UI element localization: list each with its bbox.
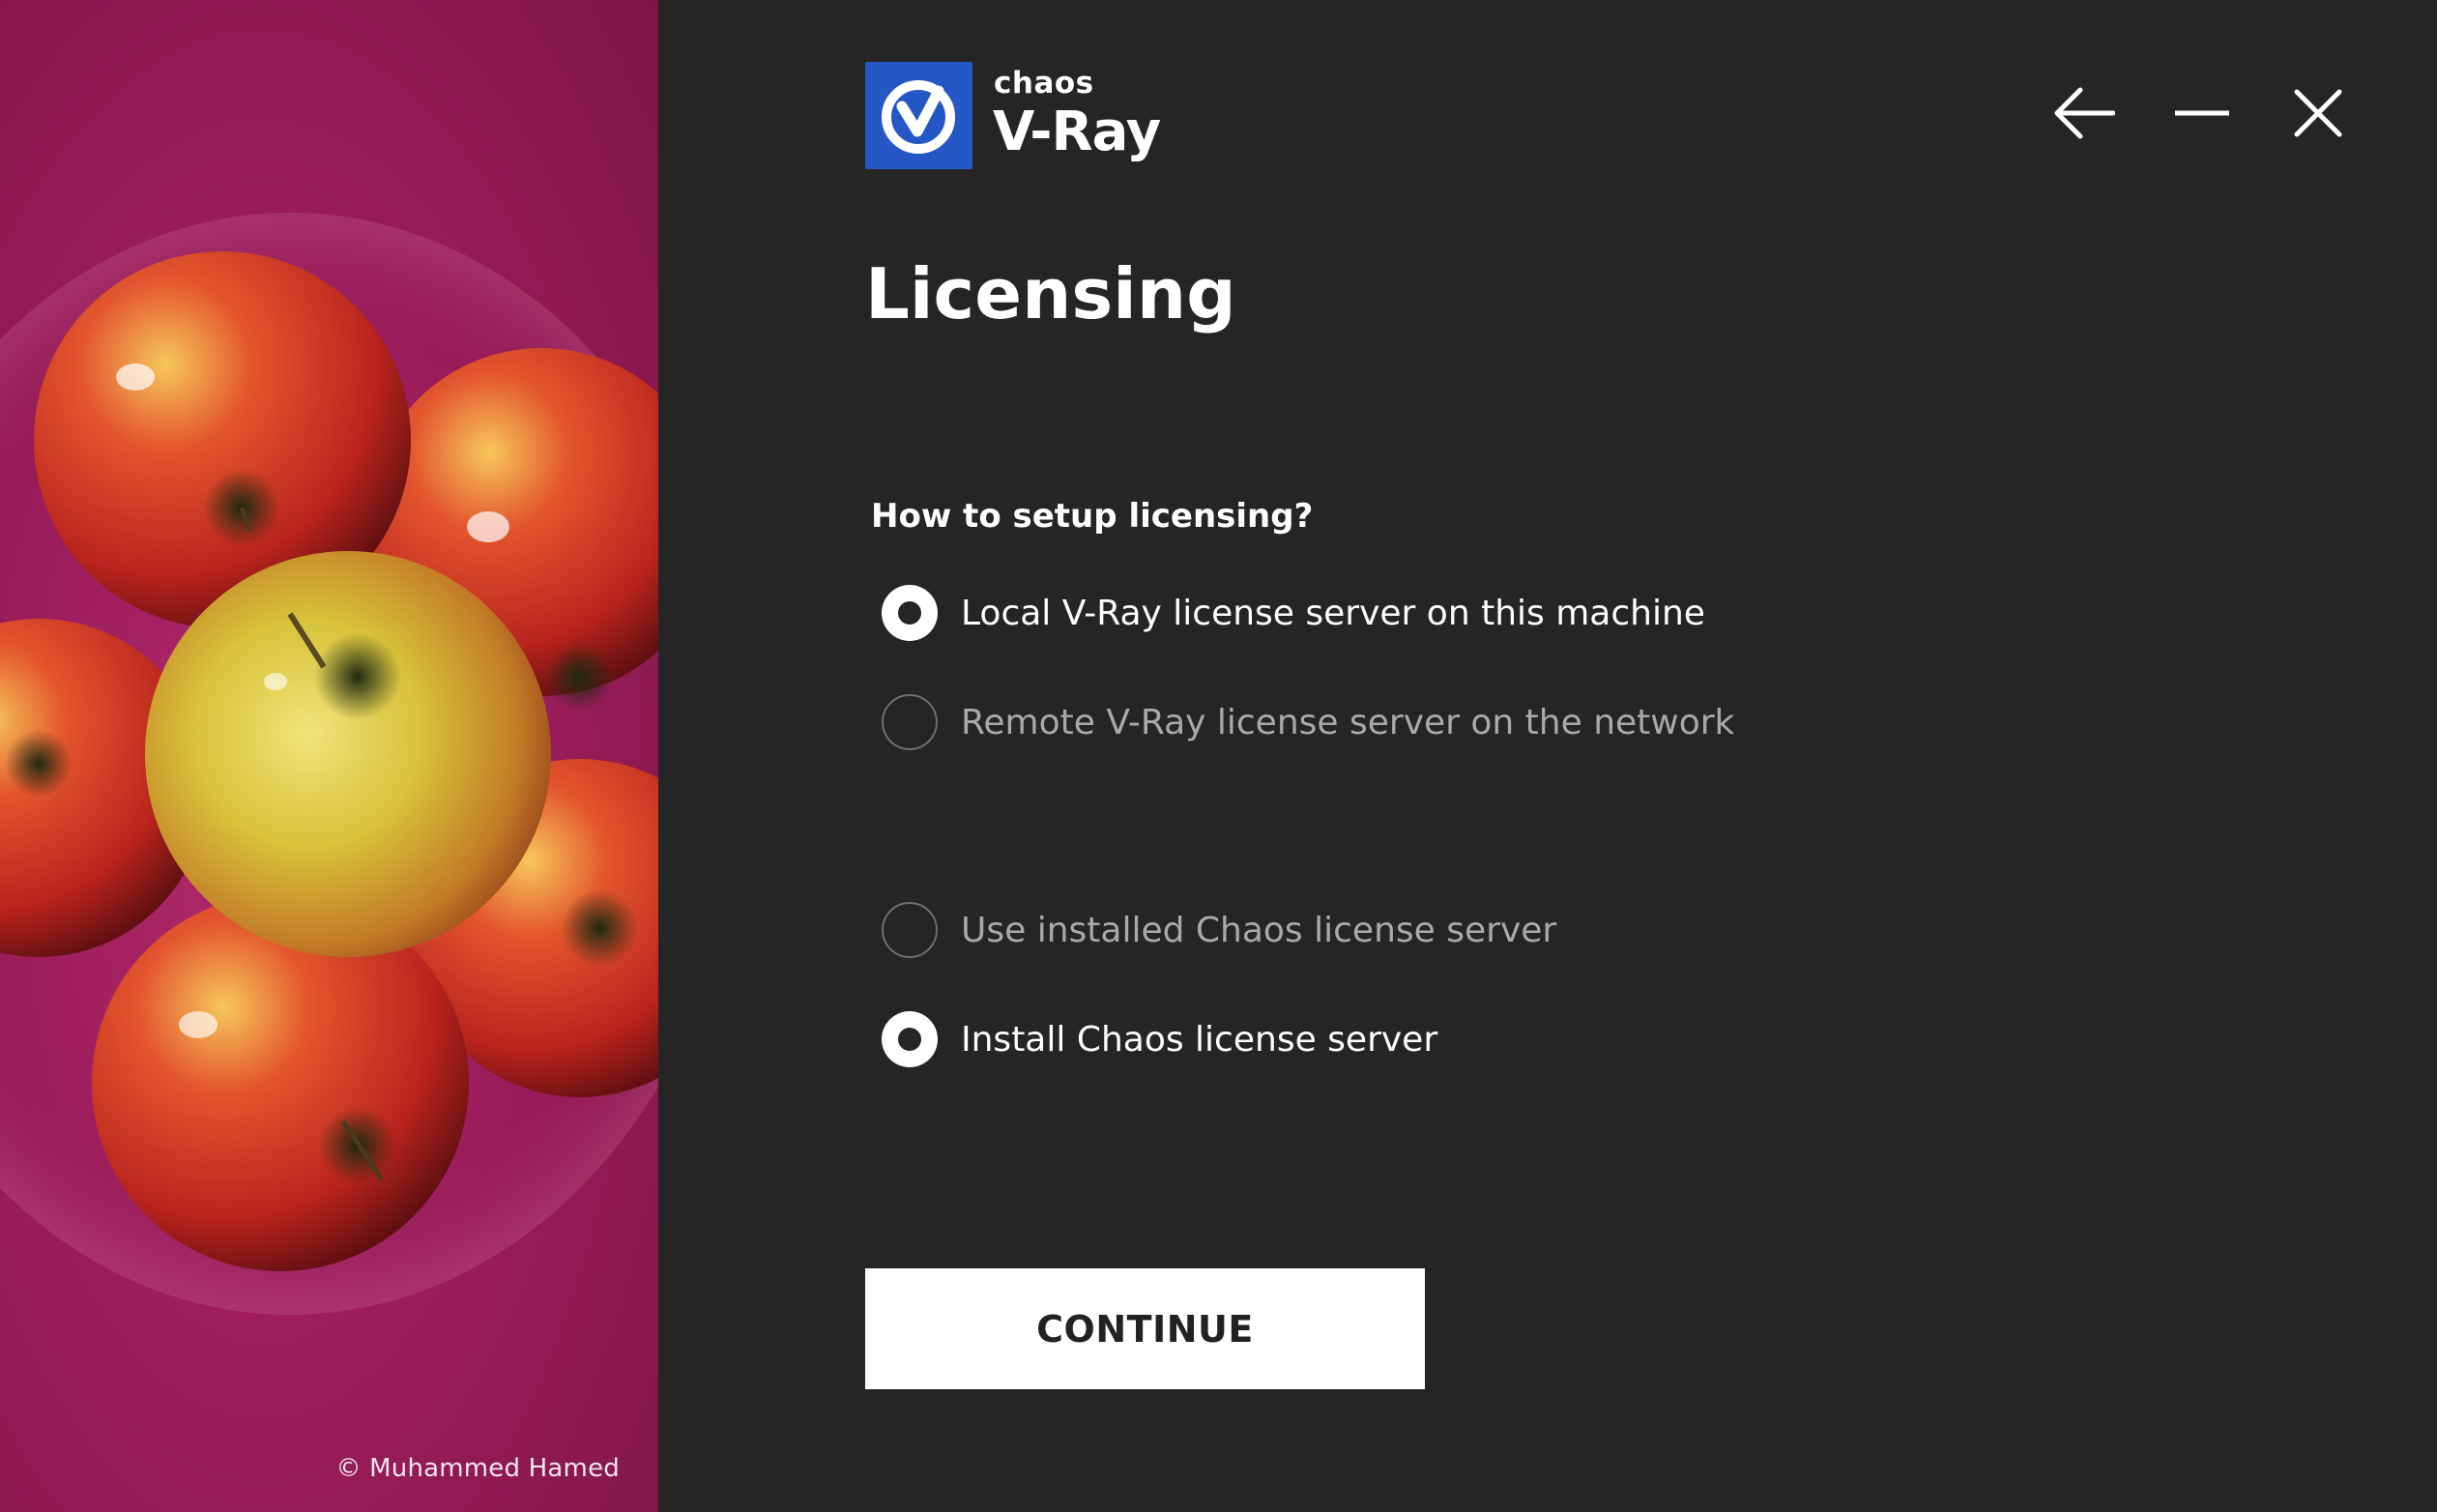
minimize-button[interactable] [2168,79,2236,147]
content-panel: chaos V-Ray Licensing How to setup licen… [658,0,2437,1512]
option-use-installed-chaos-server[interactable]: Use installed Chaos license server [882,901,1556,959]
radio-unselected[interactable] [882,694,938,750]
brand-product: V-Ray [993,101,1161,163]
radio-selected[interactable] [882,585,938,641]
installer-window: © Muhammed Hamed chaos V-Ray Licensing H… [0,0,2437,1512]
back-button[interactable] [2050,79,2118,147]
option-install-chaos-server[interactable]: Install Chaos license server [882,1010,1437,1068]
apples-image [0,213,658,1315]
minimize-icon [2175,110,2229,116]
radio-selected[interactable] [882,1011,938,1067]
option-local-vray-server[interactable]: Local V-Ray license server on this machi… [882,584,1705,642]
option-remote-vray-server[interactable]: Remote V-Ray license server on the netwo… [882,693,1734,751]
close-icon [2294,89,2342,137]
option-label: Local V-Ray license server on this machi… [961,593,1705,633]
page-title: Licensing [865,253,1236,334]
continue-button[interactable]: CONTINUE [865,1268,1425,1389]
licensing-question: How to setup licensing? [871,497,1314,536]
arrow-left-icon [2054,87,2115,139]
radio-unselected[interactable] [882,902,938,958]
vray-logo-icon [865,62,972,169]
close-button[interactable] [2284,79,2352,147]
option-label: Remote V-Ray license server on the netwo… [961,702,1735,742]
option-label: Install Chaos license server [961,1019,1438,1060]
option-label: Use installed Chaos license server [961,910,1557,950]
brand-company: chaos [994,66,1094,101]
artwork-panel: © Muhammed Hamed [0,0,658,1512]
photo-credit: © Muhammed Hamed [335,1454,620,1483]
